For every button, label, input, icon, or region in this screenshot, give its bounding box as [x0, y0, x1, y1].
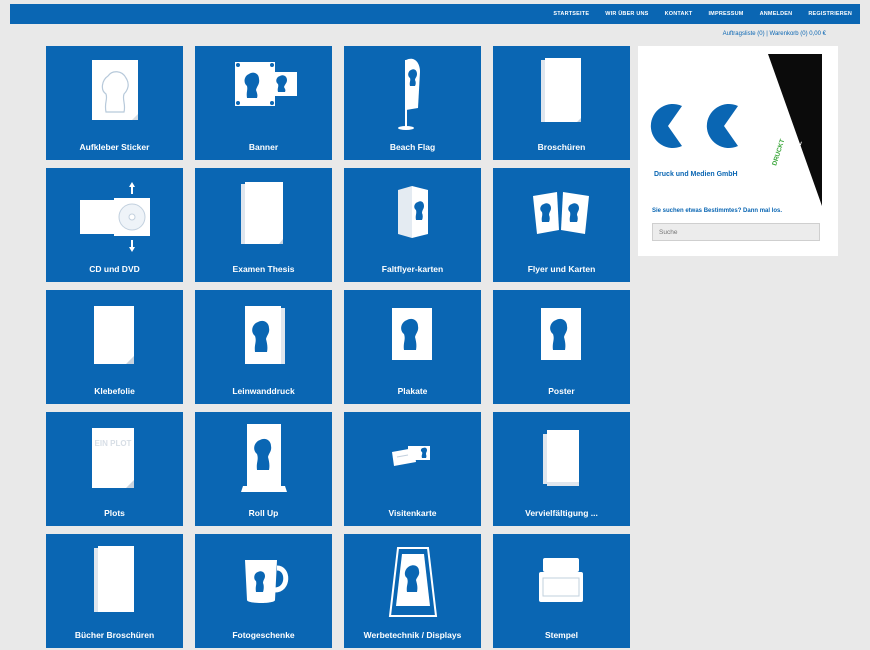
product-label: Broschüren: [537, 142, 586, 152]
product-label: Roll Up: [248, 508, 279, 518]
nav-anmelden[interactable]: ANMELDEN: [760, 11, 793, 17]
product-label: Flyer und Karten: [527, 264, 596, 274]
product-tile-leinwanddruck[interactable]: Leinwanddruck: [195, 290, 332, 404]
logo-badge-line-3: DIGITAL: [789, 140, 804, 166]
product-tile-roll-up[interactable]: Roll Up: [195, 412, 332, 526]
product-tile-beach-flag[interactable]: Beach Flag: [344, 46, 481, 160]
product-label: Klebefolie: [94, 386, 135, 396]
product-tile-banner[interactable]: Banner: [195, 46, 332, 160]
product-tile-vervielfaeltigung[interactable]: Vervielfältigung ...: [493, 412, 630, 526]
product-tile-stempel[interactable]: Stempel: [493, 534, 630, 648]
product-label: Aufkleber Sticker: [79, 142, 150, 152]
product-label: Visitenkarte: [388, 508, 437, 518]
product-label: Fotogeschenke: [232, 630, 295, 640]
product-tile-faltflyer-karten[interactable]: Faltflyer-karten: [344, 168, 481, 282]
top-nav-bar: STARTSEITE WIR ÜBER UNS KONTAKT IMPRESSU…: [10, 4, 860, 24]
product-grid: Aufkleber Sticker Banner Beach Flag Bros…: [46, 46, 630, 648]
plot-sheet-text: EIN PLOT: [95, 439, 132, 448]
company-name: Druck und Medien GmbH: [654, 171, 738, 178]
product-tile-buecher-broschueren[interactable]: Bücher Broschüren: [46, 534, 183, 648]
nav-impressum[interactable]: IMPRESSUM: [708, 11, 743, 17]
product-tile-plakate[interactable]: Plakate: [344, 290, 481, 404]
product-tile-broschueren[interactable]: Broschüren: [493, 46, 630, 160]
product-label: CD und DVD: [89, 264, 140, 274]
product-label: Banner: [248, 142, 279, 152]
product-label: Examen Thesis: [232, 264, 295, 274]
cart-summary-link[interactable]: Auftragsliste (0) | Warenkorb (0) 0,00 €: [723, 31, 826, 37]
product-tile-fotogeschenke[interactable]: Fotogeschenke: [195, 534, 332, 648]
product-tile-examen-thesis[interactable]: Examen Thesis: [195, 168, 332, 282]
product-label: Werbetechnik / Displays: [363, 630, 462, 640]
product-label: Faltflyer-karten: [381, 264, 444, 274]
nav-startseite[interactable]: STARTSEITE: [553, 11, 589, 17]
nav-wir-ueber-uns[interactable]: WIR ÜBER UNS: [605, 11, 648, 17]
top-nav: STARTSEITE WIR ÜBER UNS KONTAKT IMPRESSU…: [553, 4, 852, 24]
product-tile-poster[interactable]: Poster: [493, 290, 630, 404]
nav-kontakt[interactable]: KONTAKT: [665, 11, 693, 17]
company-logo: DRUCKT ALLES DIGITAL Druck und Medien Gm…: [650, 54, 822, 206]
product-tile-cd-und-dvd[interactable]: CD und DVD: [46, 168, 183, 282]
product-label: Poster: [548, 386, 575, 396]
product-tile-aufkleber-sticker[interactable]: Aufkleber Sticker: [46, 46, 183, 160]
product-label: Stempel: [544, 630, 579, 640]
product-tile-visitenkarte[interactable]: Visitenkarte: [344, 412, 481, 526]
product-tile-flyer-und-karten[interactable]: Flyer und Karten: [493, 168, 630, 282]
nav-registrieren[interactable]: REGISTRIEREN: [808, 11, 852, 17]
product-label: Plakate: [397, 386, 428, 396]
product-label: Bücher Broschüren: [74, 630, 155, 640]
product-tile-plots[interactable]: EIN PLOT Plots: [46, 412, 183, 526]
product-label: Plots: [104, 508, 125, 518]
product-label: Beach Flag: [389, 142, 436, 152]
product-label: Vervielfältigung ...: [525, 508, 598, 518]
sidebar-widget: DRUCKT ALLES DIGITAL Druck und Medien Gm…: [638, 46, 838, 256]
search-prompt: Sie suchen etwas Bestimmtes? Dann mal lo…: [652, 208, 783, 214]
product-tile-klebefolie[interactable]: Klebefolie: [46, 290, 183, 404]
product-tile-werbetechnik-displays[interactable]: Werbetechnik / Displays: [344, 534, 481, 648]
product-label: Leinwanddruck: [232, 386, 295, 396]
search-input[interactable]: [652, 223, 820, 241]
